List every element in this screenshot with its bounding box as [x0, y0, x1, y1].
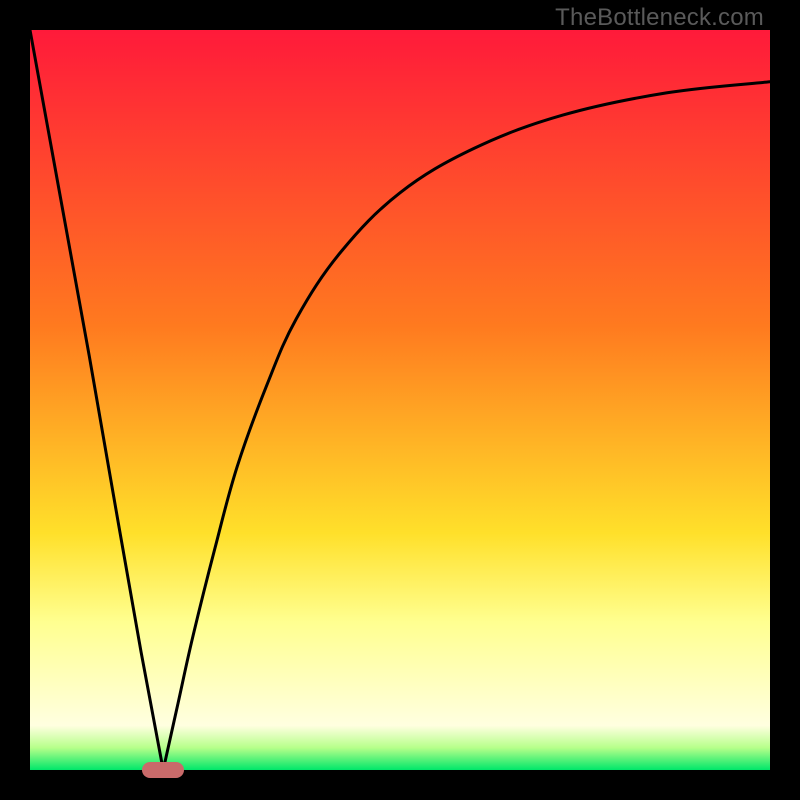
chart-frame: TheBottleneck.com — [0, 0, 800, 800]
plot-area — [30, 30, 770, 770]
curve-right-branch — [163, 82, 770, 770]
minimum-marker — [142, 762, 184, 778]
curve-left-branch — [30, 30, 163, 770]
watermark-text: TheBottleneck.com — [555, 4, 764, 32]
curve-layer — [30, 30, 770, 770]
